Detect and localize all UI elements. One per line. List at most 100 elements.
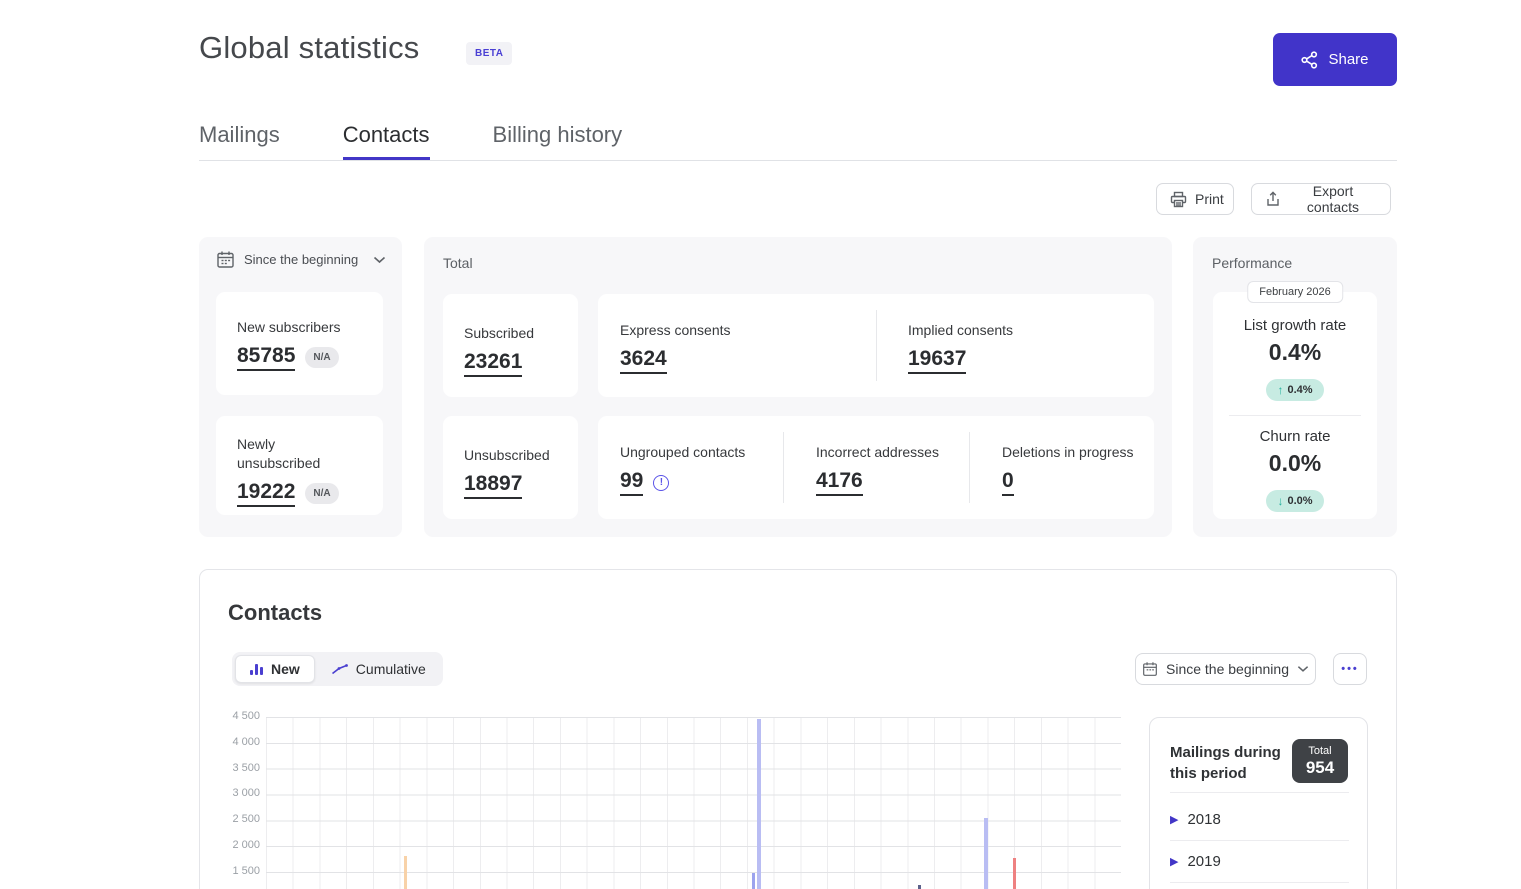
down-arrow-icon: ↓ [1277,494,1283,508]
deletions-in-progress-value[interactable]: 0 [1002,469,1014,496]
mailings-total-badge: Total 954 [1292,739,1348,783]
more-options-button[interactable]: ••• [1333,653,1367,685]
total-stats-panel: Total Subscribed 23261 Express consents … [424,237,1172,537]
chart-period-selector[interactable]: Since the beginning [1135,653,1316,685]
bar-chart-icon [250,664,263,675]
divider [876,310,877,381]
calendar-icon [1142,661,1158,677]
chart-period-label: Since the beginning [1166,661,1289,677]
stat-title: Implied consents [908,321,1154,340]
unsubscribed-value[interactable]: 18897 [464,472,522,499]
chart-bar [1013,858,1016,889]
chart-bar [752,873,755,889]
export-label: Export contacts [1289,183,1377,215]
export-contacts-button[interactable]: Export contacts [1251,183,1391,215]
y-axis-tick: 4 500 [200,710,260,722]
share-label: Share [1328,51,1368,68]
newly-unsubscribed-value[interactable]: 19222 [237,480,295,507]
ellipsis-icon: ••• [1341,663,1359,675]
mailings-panel-title: Mailings during this period [1170,742,1288,784]
y-axis-tick: 2 000 [200,839,260,851]
toggle-new[interactable]: New [235,655,315,683]
share-icon [1301,51,1319,69]
churn-rate-value: 0.0% [1213,450,1377,477]
tab-mailings[interactable]: Mailings [199,116,280,160]
chart-mode-toggle: New Cumulative [232,652,443,686]
performance-card: February 2026 List growth rate 0.4% ↑ 0.… [1213,292,1377,519]
list-growth-rate-value: 0.4% [1213,339,1377,366]
ungrouped-contacts-value[interactable]: 99 [620,469,643,496]
na-badge: N/A [305,483,338,504]
y-axis-tick: 2 500 [200,813,260,825]
delta-value: 0.4% [1287,384,1312,396]
stat-title: Incorrect addresses [816,443,969,462]
year-label: 2018 [1187,811,1220,828]
stat-title: Subscribed [464,324,578,343]
beta-badge: BETA [466,42,512,65]
y-axis-tick: 3 500 [200,762,260,774]
contact-issues-card: Ungrouped contacts 99 ! Incorrect addres… [598,416,1154,519]
na-badge: N/A [305,347,338,368]
divider [1170,840,1349,841]
print-button[interactable]: Print [1156,183,1234,215]
stat-title: Express consents [620,321,876,340]
printer-icon [1170,191,1187,208]
delta-value: 0.0% [1287,495,1312,507]
newly-unsubscribed-card: Newly unsubscribed 19222 N/A [216,416,383,515]
divider [1170,882,1349,883]
chart-bar [918,885,921,889]
stat-title: Deletions in progress [1002,443,1154,462]
y-axis-tick: 4 000 [200,736,260,748]
triangle-right-icon: ▶ [1170,813,1178,826]
chart-bar [404,856,407,889]
period-selector[interactable]: Since the beginning [216,250,386,269]
tab-contacts[interactable]: Contacts [343,116,430,160]
consents-card: Express consents 3624 Implied consents 1… [598,294,1154,397]
year-label: 2019 [1187,853,1220,870]
list-growth-rate-title: List growth rate [1213,317,1377,334]
divider [1170,792,1349,793]
total-label: Total [443,255,473,271]
year-row-2019[interactable]: ▶ 2019 [1170,847,1349,875]
total-value: 954 [1306,758,1334,778]
stat-title: Newly unsubscribed [237,435,347,473]
line-chart-icon [331,664,348,675]
total-label: Total [1308,745,1331,757]
divider [1229,415,1361,416]
page-title: Global statistics [199,30,419,66]
divider [783,432,784,503]
churn-rate-title: Churn rate [1213,428,1377,445]
implied-consents-value[interactable]: 19637 [908,347,966,374]
share-button[interactable]: Share [1273,33,1397,86]
contacts-section-title: Contacts [228,600,322,626]
incorrect-addresses-value[interactable]: 4176 [816,469,863,496]
y-axis-tick: 3 000 [200,787,260,799]
chevron-down-icon [373,256,386,264]
chart-bar [984,818,988,889]
stat-title: Unsubscribed [464,446,578,465]
calendar-icon [216,250,235,269]
new-subscribers-value[interactable]: 85785 [237,344,295,371]
period-stats-panel: Since the beginning New subscribers 8578… [199,237,402,537]
list-growth-delta-badge: ↑ 0.4% [1266,379,1323,401]
info-icon[interactable]: ! [653,475,669,491]
y-axis-tick: 1 500 [200,865,260,877]
stat-title: Ungrouped contacts [620,443,783,462]
up-arrow-icon: ↑ [1277,383,1283,397]
year-row-2018[interactable]: ▶ 2018 [1170,805,1349,833]
stat-title: New subscribers [237,318,383,337]
tab-billing-history[interactable]: Billing history [493,116,623,160]
tab-bar: Mailings Contacts Billing history [199,116,1397,161]
global-statistics-page: Global statistics BETA Share Mailings Co… [0,0,1521,889]
subscribed-card: Subscribed 23261 [443,294,578,397]
express-consents-value[interactable]: 3624 [620,347,667,374]
toggle-cumulative[interactable]: Cumulative [317,655,440,683]
print-label: Print [1195,191,1224,207]
performance-label: Performance [1212,255,1292,271]
subscribed-value[interactable]: 23261 [464,350,522,377]
new-subscribers-card: New subscribers 85785 N/A [216,292,383,395]
contacts-chart-card: Contacts New Cumulative [199,569,1397,889]
chevron-down-icon [1297,665,1309,673]
unsubscribed-card: Unsubscribed 18897 [443,416,578,519]
chart-plot [266,717,1121,889]
